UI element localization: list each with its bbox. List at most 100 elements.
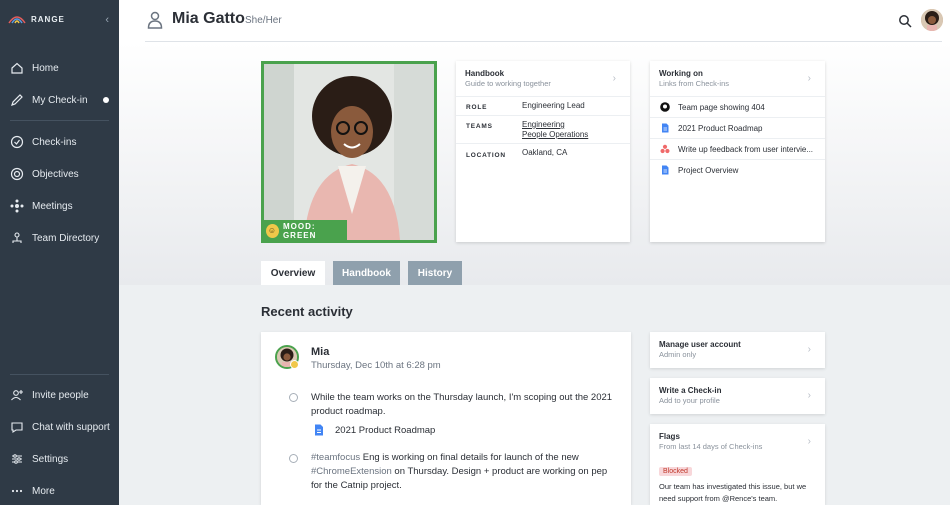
- working-on-link-label: Project Overview: [678, 165, 739, 175]
- add-person-icon: [11, 390, 23, 401]
- sidebar-item-label: Team Directory: [32, 232, 100, 244]
- sidebar-item-label: Home: [32, 62, 59, 74]
- working-on-subtitle: Links from Check-ins: [659, 79, 730, 88]
- teams-row: TEAMS Engineering People Operations: [456, 115, 630, 143]
- write-check-in-title: Write a Check-in: [659, 386, 722, 395]
- write-check-in-card[interactable]: Write a Check-in Add to your profile ›: [650, 378, 825, 414]
- working-on-link[interactable]: Write up feedback from user intervie...: [650, 138, 825, 159]
- sidebar-item-objectives[interactable]: Objectives: [0, 160, 119, 188]
- sidebar-item-invite-people[interactable]: Invite people: [0, 381, 119, 409]
- brand-logo[interactable]: RANGE: [8, 14, 65, 24]
- doc-icon: [662, 123, 669, 133]
- working-on-link-label: Team page showing 404: [678, 102, 765, 112]
- asana-icon: [660, 144, 670, 154]
- directory-icon: [12, 232, 22, 243]
- blocked-badge: Blocked: [659, 467, 692, 476]
- hashtag-chromeextension[interactable]: #ChromeExtension: [311, 466, 392, 477]
- working-on-link[interactable]: Project Overview: [650, 159, 825, 180]
- range-logo-icon: [8, 16, 26, 24]
- location-label: LOCATION: [466, 152, 506, 159]
- handbook-card-header[interactable]: Handbook Guide to working together: [465, 69, 551, 88]
- team-link-people-operations[interactable]: People Operations: [522, 130, 588, 139]
- sidebar-item-label: Objectives: [32, 168, 79, 180]
- chevron-right-icon: ›: [807, 344, 811, 355]
- sidebar-item-check-ins[interactable]: Check-ins: [0, 128, 119, 156]
- tab-handbook[interactable]: Handbook: [333, 261, 400, 285]
- avatar-image: [921, 9, 943, 31]
- working-on-link[interactable]: Team page showing 404: [650, 96, 825, 117]
- radio-icon[interactable]: [289, 393, 298, 402]
- sidebar-divider: [10, 374, 109, 375]
- role-value: Engineering Lead: [522, 101, 585, 110]
- tab-history[interactable]: History: [408, 261, 462, 285]
- sidebar-item-label: Invite people: [32, 389, 89, 401]
- activity-item-text: While the team works on the Thursday lau…: [311, 392, 613, 417]
- sidebar-item-home[interactable]: Home: [0, 54, 119, 82]
- write-check-in-subtitle: Add to your profile: [659, 396, 720, 405]
- working-on-link-label: 2021 Product Roadmap: [678, 123, 763, 133]
- working-on-link-label: Write up feedback from user intervie...: [678, 144, 814, 154]
- collapse-sidebar-icon[interactable]: ‹: [105, 14, 109, 26]
- activity-item-text: #teamfocus Eng is working on final detai…: [311, 451, 616, 493]
- chevron-right-icon[interactable]: ›: [613, 73, 616, 84]
- brand-name: RANGE: [31, 14, 65, 24]
- pencil-icon: [11, 94, 23, 106]
- team-link-engineering[interactable]: Engineering: [522, 120, 565, 129]
- sidebar-item-label: More: [32, 485, 55, 497]
- more-icon: [11, 489, 23, 493]
- sidebar-item-team-directory[interactable]: Team Directory: [0, 224, 119, 252]
- working-on-title: Working on: [659, 69, 703, 78]
- sidebar-item-my-check-in[interactable]: My Check-in: [0, 86, 119, 114]
- pronouns: She/Her: [245, 15, 282, 26]
- sidebar-item-chat-support[interactable]: Chat with support: [0, 413, 119, 441]
- handbook-card-subtitle: Guide to working together: [465, 79, 551, 88]
- sidebar-item-label: Check-ins: [32, 136, 77, 148]
- location-value: Oakland, CA: [522, 148, 568, 157]
- flag-text: Our team has investigated this issue, bu…: [659, 482, 807, 503]
- sidebar-item-label: Chat with support: [32, 421, 110, 433]
- sidebar-item-settings[interactable]: Settings: [0, 445, 119, 473]
- radio-icon[interactable]: [289, 454, 298, 463]
- activity-doc-link[interactable]: 2021 Product Roadmap: [314, 424, 435, 436]
- manage-account-card[interactable]: Manage user account Admin only ›: [650, 332, 825, 368]
- sidebar-divider: [10, 120, 109, 121]
- home-icon: [11, 62, 23, 74]
- working-on-link[interactable]: 2021 Product Roadmap: [650, 117, 825, 138]
- working-on-card: Working on Links from Check-ins › Team p…: [650, 61, 825, 242]
- sidebar-item-label: My Check-in: [32, 94, 88, 106]
- chevron-right-icon[interactable]: ›: [808, 73, 811, 84]
- chat-icon: [11, 422, 23, 434]
- sidebar-item-more[interactable]: More: [0, 477, 119, 505]
- hashtag-teamfocus[interactable]: #teamfocus: [311, 452, 360, 463]
- github-icon: [660, 102, 670, 112]
- check-circle-icon: [10, 135, 24, 149]
- chevron-right-icon[interactable]: ›: [808, 436, 811, 447]
- avatar[interactable]: [921, 9, 943, 31]
- unread-dot: [103, 97, 109, 103]
- sidebar-item-meetings[interactable]: Meetings: [0, 192, 119, 220]
- recent-activity-title: Recent activity: [261, 304, 353, 319]
- working-on-card-header[interactable]: Working on Links from Check-ins: [659, 69, 729, 88]
- activity-author: Mia: [311, 346, 330, 358]
- mood-badge: ☺ MOOD: GREEN: [262, 220, 347, 241]
- meetings-icon: [10, 199, 24, 213]
- sliders-icon: [12, 454, 22, 464]
- chevron-right-icon: ›: [807, 390, 811, 401]
- sidebar-item-label: Meetings: [32, 200, 73, 212]
- mood-label: MOOD: GREEN: [282, 221, 317, 240]
- handbook-card: Handbook Guide to working together › ROL…: [456, 61, 630, 242]
- mood-face-icon: ☺: [266, 223, 279, 238]
- sidebar-item-label: Settings: [32, 453, 69, 465]
- manage-account-subtitle: Admin only: [659, 350, 697, 359]
- page-title: Mia Gatto: [172, 10, 245, 27]
- profile-photo-image: [264, 64, 434, 240]
- manage-account-title: Manage user account: [659, 340, 741, 349]
- search-icon[interactable]: [898, 14, 912, 28]
- tab-overview[interactable]: Overview: [261, 261, 325, 285]
- activity-date: Thursday, Dec 10th at 6:28 pm: [311, 360, 441, 371]
- flags-subtitle: From last 14 days of Check-ins: [659, 442, 763, 451]
- flags-card: Flags From last 14 days of Check-ins Blo…: [650, 424, 825, 505]
- person-icon: [147, 11, 163, 29]
- sidebar: RANGE ‹ Home My Check-in Check-ins Objec…: [0, 0, 119, 505]
- doc-icon: [315, 424, 323, 436]
